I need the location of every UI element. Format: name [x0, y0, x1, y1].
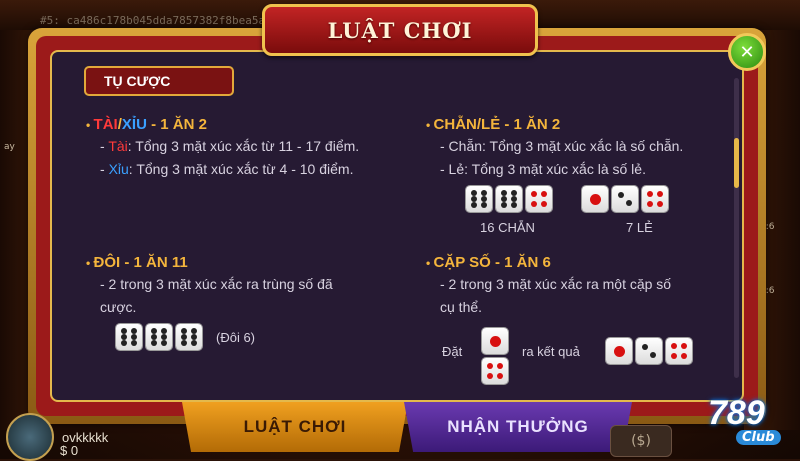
- chan-example-label: 16 CHẴN: [480, 220, 535, 235]
- rule-capso-line1: - 2 trong 3 mặt xúc xắc ra một cặp số: [440, 276, 672, 292]
- avatar[interactable]: [6, 413, 54, 461]
- die-face-1: [582, 186, 608, 212]
- rule-doi-line2: cược.: [100, 299, 137, 315]
- rules-content[interactable]: TỤ CƯỢC • TÀI/XỈU - 1 ĂN 2 - Tài: Tổng 3…: [56, 58, 739, 398]
- die-face-1: [482, 328, 508, 354]
- capso-bet-label: Đặt: [442, 344, 463, 359]
- rule-capso-title: • CẶP SỐ - 1 ĂN 6: [426, 254, 551, 271]
- xiu-text: : Tổng 3 mặt xúc xắc từ 4 - 10 điểm.: [128, 161, 354, 177]
- rule-chanle-line1: - Chẵn: Tổng 3 mặt xúc xắc là số chẵn.: [440, 138, 684, 154]
- close-icon: ✕: [739, 41, 755, 63]
- user-info: ovkkkkk: [6, 413, 108, 461]
- rule-chanle: • CHẴN/LẺ - 1 ĂN 2 - Chẵn: Tổng 3 mặt xú…: [426, 116, 683, 179]
- die-face-1: [606, 338, 632, 364]
- rule-doi: • ĐÔI - 1 ĂN 11 - 2 trong 3 mặt xúc xắc …: [86, 254, 333, 317]
- doi-example-label: (Đôi 6): [216, 329, 256, 345]
- capso-result-dice: [606, 338, 722, 364]
- die-face-6: [146, 324, 172, 350]
- rule-capso-line2: cụ thể.: [440, 299, 483, 315]
- dice-group-chan: [466, 186, 556, 212]
- side-text-left: ay: [4, 142, 15, 152]
- scrollbar-thumb[interactable]: [734, 138, 739, 188]
- tai-label: TÀI: [93, 116, 118, 133]
- dice-group-le: [582, 186, 672, 212]
- die-face-6: [496, 186, 522, 212]
- tab-rules-label: LUẬT CHƠI: [243, 417, 347, 436]
- die-face-4: [642, 186, 668, 212]
- logo-number: 789: [708, 394, 765, 432]
- die-face-4: [526, 186, 552, 212]
- tab-rewards[interactable]: NHẬN THƯỞNG: [404, 402, 632, 452]
- user-balance: $ 0: [60, 443, 79, 458]
- section-tag: TỤ CƯỢC: [84, 66, 234, 96]
- le-example-label: 7 LẺ: [626, 220, 653, 235]
- scrollbar-track[interactable]: [734, 78, 739, 378]
- rule-taixiu-line2: - Xỉu: Tổng 3 mặt xúc xắc từ 4 - 10 điểm…: [100, 161, 354, 177]
- rule-doi-line1: - 2 trong 3 mặt xúc xắc ra trùng số đã: [100, 276, 333, 292]
- rule-taixiu-line1: - Tài: Tổng 3 mặt xúc xắc từ 11 - 17 điể…: [100, 138, 360, 154]
- rule-taixiu-title: • TÀI/XỈU - 1 ĂN 2: [86, 116, 207, 133]
- tab-rewards-label: NHẬN THƯỞNG: [447, 417, 589, 436]
- tai-key: Tài: [108, 138, 128, 154]
- dice-group-capso-result: [606, 338, 696, 364]
- xiu-key: Xỉu: [108, 161, 129, 177]
- rule-doi-title: • ĐÔI - 1 ĂN 11: [86, 254, 188, 271]
- logo-club: Club: [736, 430, 781, 445]
- chanle-dice-examples: [466, 186, 698, 212]
- dice-group-capso-bet: [482, 328, 512, 388]
- tai-text: : Tổng 3 mặt xúc xắc từ 11 - 17 điểm.: [127, 138, 360, 154]
- session-hash: #5: ca486c178b045dda7857382f8bea5ae9: [40, 14, 279, 27]
- tab-rules[interactable]: LUẬT CHƠI: [182, 402, 408, 452]
- doi-dice-example: (Đôi 6): [116, 324, 255, 350]
- rule-chanle-title: • CHẴN/LẺ - 1 ĂN 2: [426, 116, 561, 133]
- die-face-6: [116, 324, 142, 350]
- rule-chanle-line2: - Lẻ: Tổng 3 mặt xúc xắc là số lẻ.: [440, 161, 646, 177]
- rule-capso: • CẶP SỐ - 1 ĂN 6 - 2 trong 3 mặt xúc xắ…: [426, 254, 671, 317]
- brand-logo: 789 Club: [708, 392, 794, 452]
- currency-icon: ($): [610, 425, 672, 457]
- die-face-4: [482, 358, 508, 384]
- title-rest: - 1 ĂN 2: [146, 116, 207, 133]
- die-face-6: [466, 186, 492, 212]
- section-label: TỤ CƯỢC: [104, 73, 171, 89]
- dialog-title-banner: LUẬT CHƠI: [262, 4, 538, 56]
- die-face-2: [612, 186, 638, 212]
- die-face-2: [636, 338, 662, 364]
- dialog-title: LUẬT CHƠI: [327, 17, 473, 43]
- rule-taixiu: • TÀI/XỈU - 1 ĂN 2 - Tài: Tổng 3 mặt xúc…: [86, 116, 359, 179]
- capso-result-label: ra kết quả: [522, 344, 580, 359]
- die-face-6: [176, 324, 202, 350]
- xiu-label: XỈU: [121, 116, 147, 133]
- dice-group-doi: [116, 324, 206, 350]
- die-face-4: [666, 338, 692, 364]
